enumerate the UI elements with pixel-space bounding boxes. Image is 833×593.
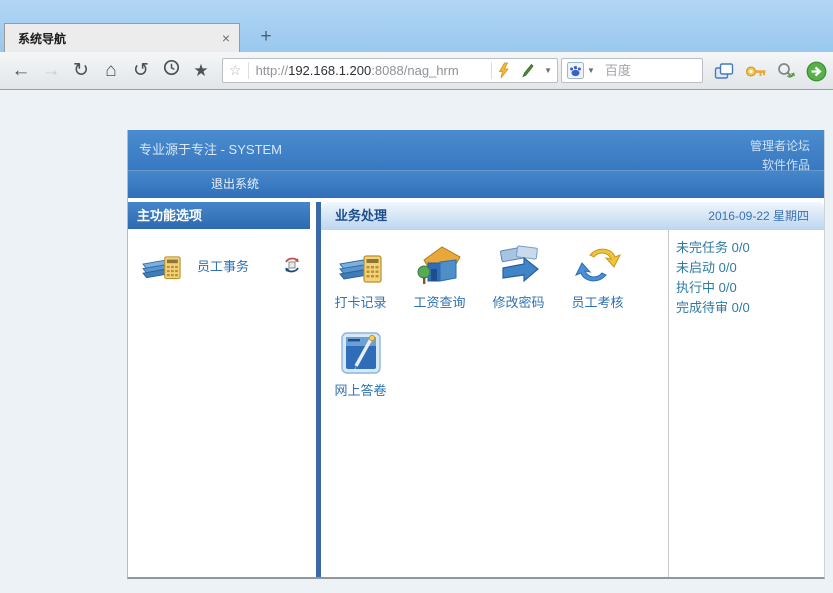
home-icon[interactable]: ⌂ [96, 60, 126, 82]
tab-title: 系统导航 [18, 30, 66, 47]
sync-refresh-icon[interactable] [282, 255, 302, 275]
header-nav-bar: 退出系统 [128, 170, 824, 198]
back-icon[interactable]: ← [6, 60, 36, 82]
shortcut-change-password[interactable]: 修改密码 [479, 240, 558, 328]
task-row-pending-review[interactable]: 完成待审 0/0 [676, 298, 824, 318]
task-label: 完成待审 [676, 300, 728, 315]
main-panel-title: 业务处理 [335, 202, 387, 230]
urlbar-dropdown-icon[interactable]: ▼ [539, 59, 557, 82]
task-value: 0/0 [732, 300, 750, 315]
undo-history-icon[interactable]: ↺ [126, 59, 156, 82]
manager-forum-link[interactable]: 管理者论坛 [750, 137, 810, 156]
task-value: 0/0 [732, 240, 750, 255]
url-bar[interactable]: ☆ http://192.168.1.200:8088/nag_hrm ▼ [222, 58, 558, 83]
shortcut-label: 工资查询 [400, 292, 479, 311]
shortcut-punch-records[interactable]: 打卡记录 [321, 240, 400, 328]
nav-button-row: ← → ↻ ⌂ ↺ ★ [6, 52, 216, 89]
software-works-link[interactable]: 软件作品 [750, 156, 810, 175]
current-date: 2016-09-22 星期四 [708, 202, 809, 230]
new-tab-button[interactable]: + [256, 26, 276, 48]
baidu-paw-icon [567, 62, 584, 79]
shortcut-label: 修改密码 [479, 292, 558, 311]
site-title: 专业源于专注 - SYSTEM [139, 139, 282, 158]
change-password-icon [479, 240, 558, 290]
task-row-in-progress[interactable]: 执行中 0/0 [676, 278, 824, 298]
password-key-icon[interactable] [744, 60, 768, 82]
navigation-toolbar: ← → ↻ ⌂ ↺ ★ ☆ http://192.168.1.200:8088/… [0, 52, 833, 90]
url-text: http://192.168.1.200:8088/nag_hrm [256, 63, 459, 78]
search-engine-caret-icon: ▼ [587, 66, 595, 75]
page-viewport: 专业源于专注 - SYSTEM 管理者论坛 软件作品 退出系统 主功能选项 [0, 90, 833, 593]
main-panel: 业务处理 2016-09-22 星期四 [321, 202, 824, 577]
urlbar-separator [248, 62, 249, 79]
header-links: 管理者论坛 软件作品 [750, 137, 810, 175]
url-host: 192.168.1.200 [288, 63, 371, 78]
search-input[interactable] [605, 63, 702, 78]
task-label: 未启动 [676, 260, 715, 275]
shortcut-salary-query[interactable]: 工资查询 [400, 240, 479, 328]
sidebar-title-bar: 主功能选项 [128, 202, 310, 229]
sidebar-item-employee-affairs[interactable]: 员工事务 [140, 246, 302, 284]
search-engine-selector[interactable]: ▼ [562, 59, 599, 82]
punch-records-icon [321, 240, 400, 290]
main-body: 打卡记录 [321, 230, 824, 577]
page-body: 主功能选项 员工事务 [128, 202, 824, 577]
sidebar-item-label: 员工事务 [197, 256, 249, 275]
task-label: 未完任务 [676, 240, 728, 255]
tab-strip: 系统导航 × + [0, 0, 833, 52]
task-value: 0/0 [719, 280, 737, 295]
bookmark-this-page-icon[interactable]: ☆ [223, 62, 248, 79]
browser-chrome: 系统导航 × + ← → ↻ ⌂ ↺ ★ ☆ http://192.168.1.… [0, 0, 833, 90]
history-clock-icon[interactable] [156, 59, 186, 82]
task-summary-panel: 未完任务 0/0 未启动 0/0 执行中 0/0 完成待审 0/0 [668, 230, 824, 577]
url-path: :8088/nag_hrm [371, 63, 458, 78]
search-box[interactable]: ▼ [561, 58, 703, 83]
task-value: 0/0 [719, 260, 737, 275]
salary-query-icon [400, 240, 479, 290]
task-row-unfinished[interactable]: 未完任务 0/0 [676, 238, 824, 258]
tab-groups-windows-icon[interactable] [712, 60, 736, 82]
shortcut-employee-assessment[interactable]: 员工考核 [558, 240, 637, 328]
shortcut-label: 员工考核 [558, 292, 637, 311]
flashgot-lightning-icon[interactable] [492, 59, 515, 82]
browser-tab[interactable]: 系统导航 × [4, 23, 240, 52]
shortcut-grid: 打卡记录 [321, 230, 668, 577]
url-scheme: http:// [256, 63, 289, 78]
main-panel-title-bar: 业务处理 2016-09-22 星期四 [321, 202, 824, 230]
shortcut-label: 网上答卷 [321, 380, 400, 399]
site-header: 专业源于专注 - SYSTEM 管理者论坛 软件作品 [128, 130, 824, 170]
go-arrow-icon[interactable] [804, 60, 828, 82]
logout-link[interactable]: 退出系统 [211, 171, 259, 197]
bookmarks-star-icon[interactable]: ★ [186, 61, 216, 81]
task-row-not-started[interactable]: 未启动 0/0 [676, 258, 824, 278]
tab-close-icon[interactable]: × [222, 31, 230, 45]
plugin-pen-icon[interactable] [515, 59, 539, 82]
shortcut-online-questionnaire[interactable]: 网上答卷 [321, 328, 400, 416]
forward-icon[interactable]: → [36, 60, 66, 82]
find-update-icon[interactable] [774, 60, 798, 82]
online-questionnaire-icon [321, 328, 400, 378]
reload-icon[interactable]: ↻ [66, 59, 96, 82]
shortcut-label: 打卡记录 [321, 292, 400, 311]
task-label: 执行中 [676, 280, 715, 295]
sidebar: 主功能选项 员工事务 [128, 202, 316, 577]
employee-affairs-cards-icon [140, 246, 184, 284]
employee-assessment-icon [558, 240, 637, 290]
hrm-content-box: 专业源于专注 - SYSTEM 管理者论坛 软件作品 退出系统 主功能选项 [127, 130, 825, 579]
urlbar-actions: ▼ [491, 59, 557, 82]
